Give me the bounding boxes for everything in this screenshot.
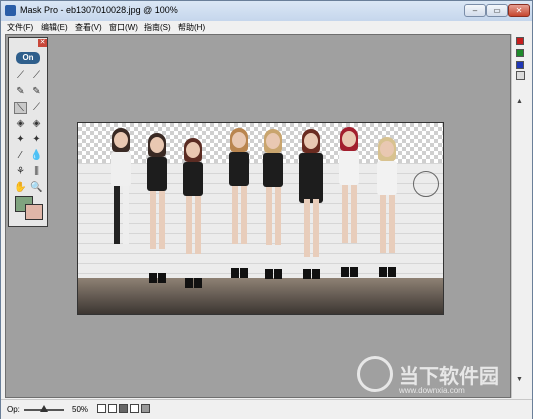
onone-logo: On [16, 52, 40, 64]
fill-drop-icon[interactable]: ◈ [30, 118, 43, 130]
view-mode-3-button[interactable] [119, 404, 128, 413]
title-bar[interactable]: Mask Pro - eb1307010028.jpg @ 100% – ▭ ✕ [1, 1, 532, 21]
chisel-icon[interactable]: ⁄ [14, 150, 27, 162]
window-title: Mask Pro - eb1307010028.jpg @ 100% [20, 5, 178, 15]
blur-icon[interactable]: 💧 [30, 150, 43, 162]
color-swatches[interactable] [15, 196, 43, 220]
scroll-down-icon[interactable]: ▼ [513, 374, 526, 386]
zoom-icon[interactable]: 🔍 [30, 182, 43, 194]
blue-channel-swatch[interactable] [516, 61, 524, 69]
watermark-url: www.downxia.com [399, 386, 465, 395]
green-channel-swatch[interactable] [516, 49, 524, 57]
status-bar: Op: 50% [1, 399, 532, 419]
fill-keep-icon[interactable]: ◈ [14, 118, 27, 130]
eyedropper-keep-icon[interactable]: ⟋ [14, 70, 27, 82]
hand-icon[interactable]: ✋ [14, 182, 27, 194]
menu-bar: 文件(F) 编辑(E) 查看(V) 窗口(W) 指南(S) 帮助(H) [1, 21, 532, 33]
image-canvas[interactable] [77, 122, 444, 315]
app-window: Mask Pro - eb1307010028.jpg @ 100% – ▭ ✕… [0, 0, 533, 419]
view-mode-5-button[interactable] [141, 404, 150, 413]
background-color-swatch[interactable] [25, 204, 43, 220]
menu-guide[interactable]: 指南(S) [144, 22, 171, 33]
close-button[interactable]: ✕ [508, 4, 530, 17]
menu-help[interactable]: 帮助(H) [178, 22, 205, 33]
menu-window[interactable]: 窗口(W) [109, 22, 138, 33]
maximize-button[interactable]: ▭ [486, 4, 508, 17]
grid-view-icon[interactable] [516, 71, 525, 80]
magic-brush-keep-icon[interactable]: ⟍ [14, 102, 27, 114]
magic-wand-keep-icon[interactable]: ✦ [14, 134, 27, 146]
menu-edit[interactable]: 编辑(E) [41, 22, 68, 33]
eraser-icon[interactable]: ⫼ [30, 166, 43, 178]
watermark-logo-icon [357, 356, 393, 392]
scroll-up-icon[interactable]: ▲ [513, 96, 526, 108]
minimize-button[interactable]: – [464, 4, 486, 17]
view-mode-2-button[interactable] [108, 404, 117, 413]
opacity-value: 50% [72, 405, 89, 414]
side-palette: ▲ ▼ [511, 34, 527, 398]
pen-drop-icon[interactable]: ✎ [30, 86, 43, 98]
view-mode-1-button[interactable] [97, 404, 106, 413]
toolbox-close-button[interactable]: ✕ [38, 39, 47, 47]
opacity-slider-thumb[interactable] [40, 405, 48, 412]
toolbox-panel: ✕ On ⟋ ⟋ ✎ ✎ ⟍ ⟋ ◈ ◈ ✦ ✦ ⁄ 💧 ⚘ ⫼ ✋ 🔍 [8, 37, 48, 227]
menu-view[interactable]: 查看(V) [75, 22, 102, 33]
menu-file[interactable]: 文件(F) [7, 22, 33, 33]
brush-cursor-icon [413, 171, 439, 197]
wooden-floor [78, 278, 443, 314]
magic-wand-drop-icon[interactable]: ✦ [30, 134, 43, 146]
hose-icon[interactable]: ⚘ [14, 166, 27, 178]
opacity-label: Op: [7, 405, 20, 414]
app-icon [5, 5, 16, 16]
pen-keep-icon[interactable]: ✎ [14, 86, 27, 98]
view-mode-4-button[interactable] [130, 404, 139, 413]
watermark-text: 当下软件园 [399, 366, 499, 388]
red-channel-swatch[interactable] [516, 37, 524, 45]
eyedropper-drop-icon[interactable]: ⟋ [30, 70, 43, 82]
brush-drop-icon[interactable]: ⟋ [30, 102, 43, 114]
